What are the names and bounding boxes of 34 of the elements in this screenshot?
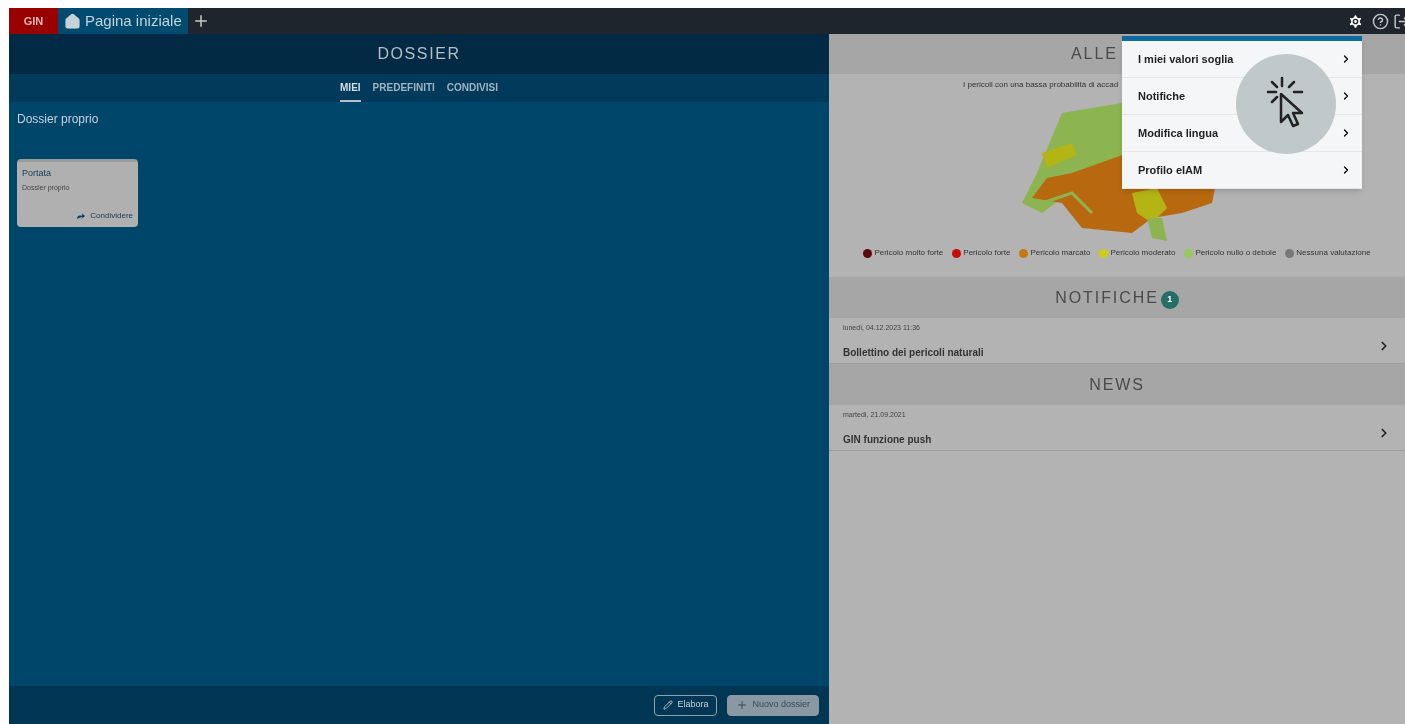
menu-item[interactable]: Modifica lingua [1138,124,1219,142]
settings-icon[interactable] [1347,12,1364,30]
legend-label: Pericolo moderato [1110,247,1176,259]
dossier-header: DOSSIER [9,34,829,74]
edit-button[interactable]: Elabora [654,694,718,716]
section-header: NOTIFICHE [1055,287,1159,308]
dossier-tab[interactable]: CONDIVISI [446,74,498,102]
legend-label: Pericolo forte [963,247,1011,259]
share-link[interactable]: Condividere [76,210,133,222]
menu-item[interactable]: Profilo eIAM [1138,161,1203,179]
alerts-description: I pericoli con una bassa probabilità di accad [962,79,1120,91]
card-title: Portata [22,167,53,180]
menu-item[interactable]: Notifiche [1138,87,1186,105]
share-icon [76,211,87,221]
item-title: GIN funzione push [843,432,933,447]
dossier-tab[interactable]: MIEI [340,74,361,102]
pencil-icon [663,700,674,710]
home-tab[interactable]: Pagina iniziale [58,8,188,34]
section-header: NEWS [1089,374,1145,395]
logout-icon[interactable] [1393,12,1405,30]
new-dossier-button[interactable]: Nuovo dossier [727,694,819,716]
legend-label: Pericolo marcato [1030,247,1091,259]
legend-label: Pericolo molto forte [874,247,944,259]
count-badge: 1 [1160,290,1179,309]
item-title: Bollettino dei pericoli naturali [843,345,985,360]
brand-logo[interactable]: GIN [9,8,58,34]
plus-icon [736,699,749,711]
home-icon [64,12,81,30]
legend-label: Pericolo nullo o debole [1195,247,1277,259]
legend-label: Nessuna valutazione [1296,247,1371,259]
dossier-tab[interactable]: PREDEFINITI [372,74,435,102]
menu-item[interactable]: I miei valori soglia [1138,50,1234,68]
section-title: Dossier proprio [17,111,100,128]
help-icon[interactable] [1372,12,1389,30]
